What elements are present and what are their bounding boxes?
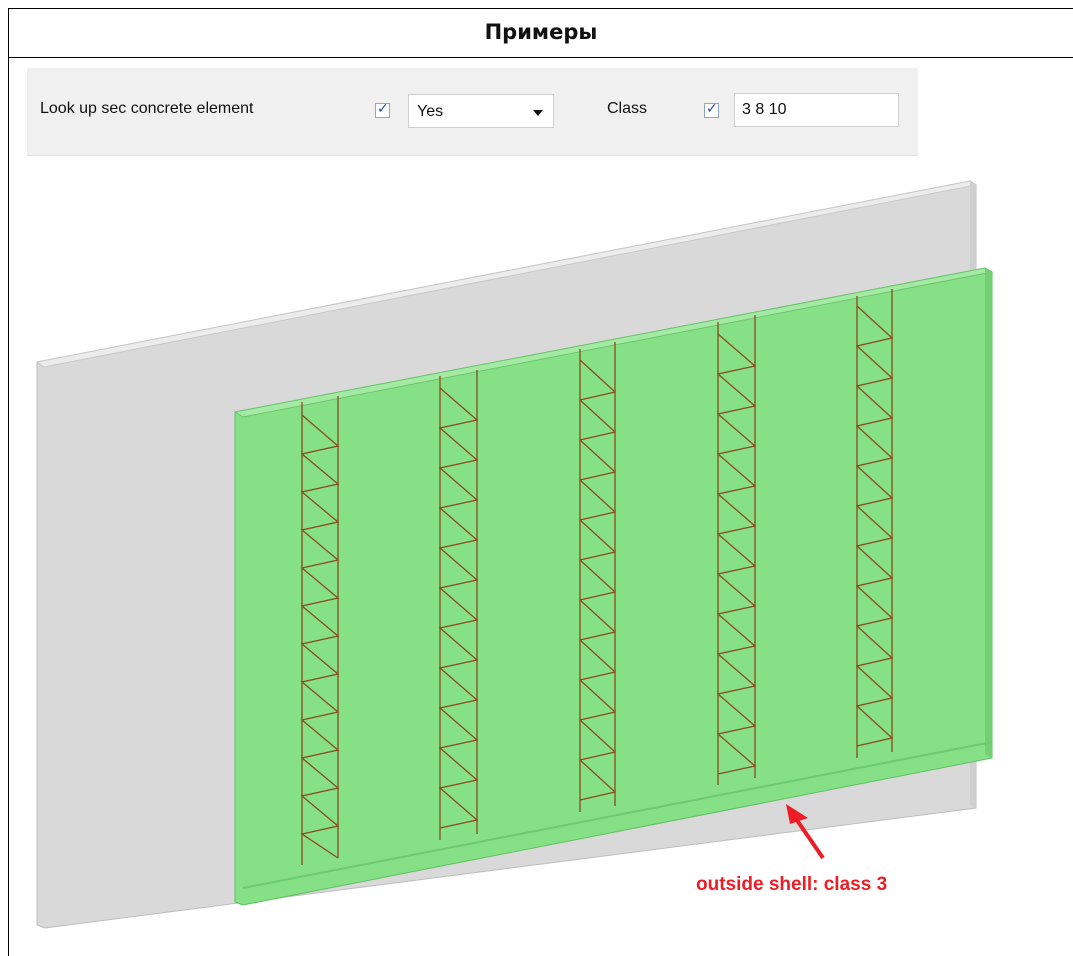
model-viewport[interactable]: [0, 160, 1073, 956]
checkmark-icon: ✓: [706, 101, 718, 117]
lookup-dropdown[interactable]: Yes: [408, 94, 554, 128]
page-title: Примеры: [484, 20, 598, 44]
chevron-down-icon: [533, 110, 543, 116]
checkmark-icon: ✓: [377, 101, 389, 117]
lookup-label: Look up sec concrete element: [40, 100, 254, 117]
page-frame: Примеры Look up sec concrete element ✓ Y…: [0, 0, 1073, 956]
front-shell-side-edge: [985, 268, 992, 758]
class-input[interactable]: 3 8 10: [734, 93, 899, 127]
class-input-value: 3 8 10: [742, 101, 787, 118]
lookup-dropdown-value: Yes: [417, 103, 444, 120]
lookup-checkbox[interactable]: ✓: [375, 101, 390, 118]
annotation-label: outside shell: class 3: [696, 874, 888, 895]
class-checkbox[interactable]: ✓: [704, 101, 719, 118]
properties-panel: Look up sec concrete element ✓ Yes Class…: [27, 68, 918, 156]
title-bar: Примеры: [8, 8, 1073, 58]
class-label: Class: [607, 100, 648, 117]
